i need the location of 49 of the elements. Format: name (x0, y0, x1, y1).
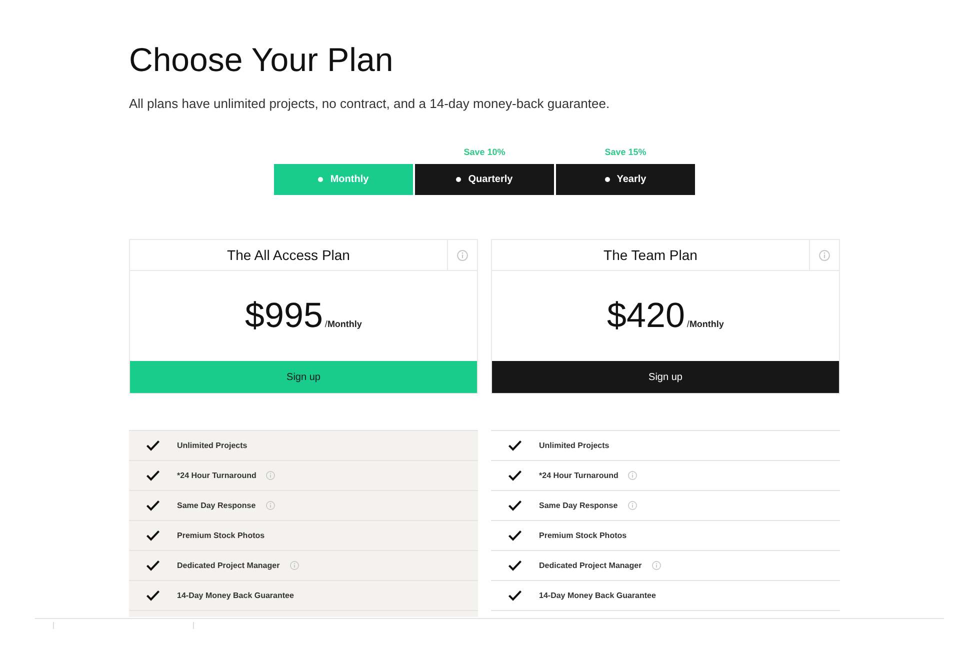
dot-icon (318, 177, 324, 182)
check-icon (146, 560, 160, 571)
signup-button[interactable]: Sign up (130, 361, 477, 393)
info-icon[interactable] (819, 250, 830, 260)
info-icon[interactable] (652, 561, 661, 570)
feature-label: *24 Hour Turnaround (177, 471, 256, 480)
feature-label: Premium Stock Photos (177, 531, 265, 540)
feature-label: Dedicated Project Manager (539, 561, 642, 570)
feature-label: Same Day Response (539, 501, 618, 510)
discount-label: Save 10% (464, 146, 506, 158)
feature-label: 14-Day Money Back Guarantee (177, 591, 294, 600)
check-icon (146, 590, 160, 601)
info-icon[interactable] (457, 250, 468, 260)
billing-tab[interactable]: Quarterly (415, 164, 554, 195)
check-icon (146, 440, 160, 451)
feature-label: *24 Hour Turnaround (539, 471, 618, 480)
check-icon (508, 440, 522, 451)
info-icon[interactable] (628, 501, 637, 510)
price-period: /Monthly (686, 319, 724, 329)
price-period: /Monthly (324, 319, 362, 329)
feature-label: 14-Day Money Back Guarantee (539, 591, 656, 600)
info-icon[interactable] (290, 561, 299, 570)
check-icon (146, 530, 160, 541)
check-icon (508, 500, 522, 511)
price-amount: $995 (245, 297, 323, 335)
plan-title: The All Access Plan (227, 247, 350, 263)
info-icon[interactable] (266, 501, 275, 510)
check-icon (508, 470, 522, 481)
feature-label: Unlimited Projects (539, 441, 610, 450)
plan-title: The Team Plan (604, 247, 698, 263)
billing-tab[interactable]: Yearly (556, 164, 695, 195)
check-icon (146, 500, 160, 511)
price-amount: $420 (607, 297, 685, 335)
info-icon[interactable] (266, 471, 276, 480)
page-subtitle: All plans have unlimited projects, no contract, and a 14-day money-back guarantee. (129, 96, 611, 112)
signup-button[interactable]: Sign up (492, 361, 839, 393)
feature-label: Unlimited Projects (177, 441, 248, 450)
check-icon (508, 590, 522, 601)
feature-label: Dedicated Project Manager (177, 561, 280, 570)
dot-icon (456, 177, 462, 182)
check-icon (508, 560, 522, 571)
check-icon (508, 530, 522, 541)
feature-label: Same Day Response (177, 501, 256, 510)
page-title: Choose Your Plan (129, 40, 394, 80)
feature-label: Premium Stock Photos (539, 531, 627, 540)
dot-icon (604, 177, 610, 182)
discount-label: Save 15% (604, 146, 646, 158)
check-icon (146, 470, 160, 481)
info-icon[interactable] (628, 471, 638, 480)
